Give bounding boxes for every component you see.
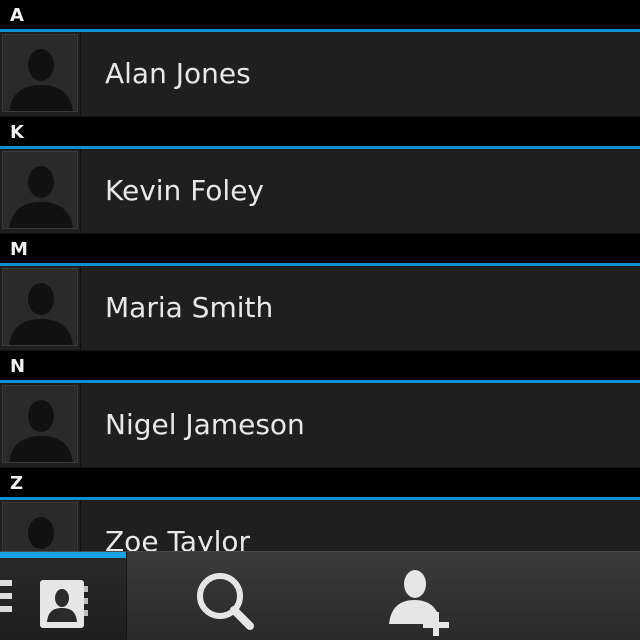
- section-letter: A: [10, 5, 24, 26]
- avatar-placeholder-icon: [2, 268, 78, 346]
- section-header: Z: [0, 468, 640, 500]
- contact-name: Maria Smith: [105, 291, 274, 324]
- active-tab-indicator: [0, 552, 126, 558]
- section-n: N Nigel Jameson: [0, 351, 640, 468]
- section-header: A: [0, 0, 640, 32]
- add-contact-icon: [389, 570, 449, 638]
- avatar-placeholder-icon: [2, 151, 78, 229]
- contacts-list: A Alan Jones K Kevin Foley M Maria Smith…: [0, 0, 640, 585]
- section-k: K Kevin Foley: [0, 117, 640, 234]
- action-bar: [0, 551, 640, 640]
- section-m: M Maria Smith: [0, 234, 640, 351]
- divider: [80, 383, 81, 467]
- menu-icon[interactable]: [0, 580, 12, 620]
- search-icon: [197, 573, 254, 630]
- divider: [80, 32, 81, 116]
- contact-name: Kevin Foley: [105, 174, 265, 207]
- section-header: K: [0, 117, 640, 149]
- search-button[interactable]: [190, 572, 260, 632]
- section-letter: N: [10, 356, 26, 377]
- contact-row[interactable]: Nigel Jameson: [0, 383, 640, 468]
- divider: [80, 149, 81, 233]
- section-letter: K: [10, 122, 24, 143]
- divider: [80, 266, 81, 350]
- contact-row[interactable]: Kevin Foley: [0, 149, 640, 234]
- contact-name: Alan Jones: [105, 57, 251, 90]
- section-letter: Z: [10, 473, 24, 494]
- tab-contacts[interactable]: [0, 552, 127, 640]
- section-a: A Alan Jones: [0, 0, 640, 117]
- avatar-placeholder-icon: [2, 34, 78, 112]
- contact-name: Nigel Jameson: [105, 408, 305, 441]
- add-contact-button[interactable]: [385, 566, 465, 638]
- section-header: N: [0, 351, 640, 383]
- section-letter: M: [10, 239, 28, 260]
- section-header: M: [0, 234, 640, 266]
- contact-row[interactable]: Alan Jones: [0, 32, 640, 117]
- contacts-book-icon: [38, 578, 90, 630]
- avatar-placeholder-icon: [2, 385, 78, 463]
- contact-row[interactable]: Maria Smith: [0, 266, 640, 351]
